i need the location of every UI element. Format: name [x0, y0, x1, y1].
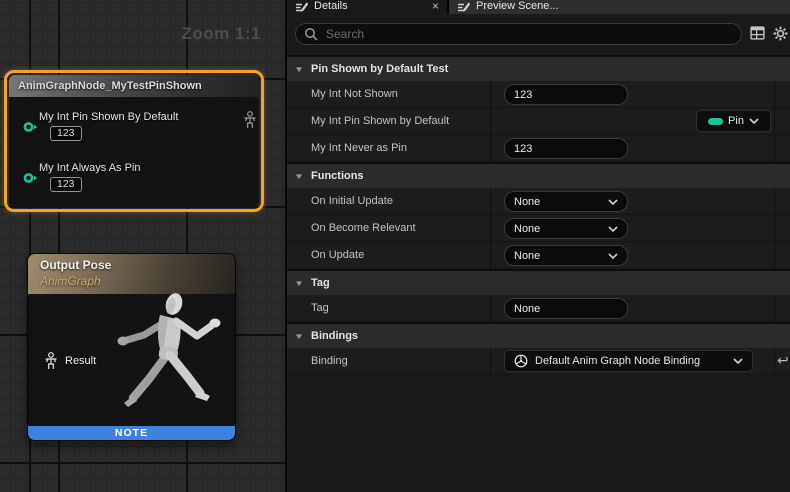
collapse-arrow-icon: ▼ — [283, 332, 314, 341]
property-label: On Update — [311, 242, 364, 268]
tab-preview-scene[interactable]: Preview Scene... — [449, 0, 790, 14]
property-row-my-int-never-as-pin: My Int Never as Pin 123 — [287, 135, 790, 162]
selected-node-outline: AnimGraphNode_MyTestPinShown My Int Pin … — [4, 70, 264, 212]
property-row-my-int-pin-shown-by-default: My Int Pin Shown by Default Pin — [287, 108, 790, 135]
display-options-icon[interactable] — [750, 26, 765, 40]
chevron-down-icon — [608, 199, 618, 205]
tab-label: Preview Scene... — [476, 0, 559, 12]
pin-label: My Int Pin Shown By Default — [39, 111, 178, 123]
chevron-down-icon — [608, 253, 618, 259]
value-input-tag[interactable]: None — [504, 298, 628, 319]
binding-class-icon — [514, 354, 528, 368]
property-label: My Int Not Shown — [311, 81, 398, 107]
anim-graph-node[interactable]: AnimGraphNode_MyTestPinShown My Int Pin … — [9, 75, 259, 207]
tab-details[interactable]: Details × — [287, 0, 447, 14]
property-row-binding: Binding Default Anim Graph Node Binding ↩ — [287, 348, 790, 375]
tab-bar: Details × Preview Scene... — [287, 0, 790, 14]
pin-default-value[interactable]: 123 — [50, 177, 82, 192]
property-label: On Become Relevant — [311, 215, 416, 241]
section-header-bindings[interactable]: ▼Bindings — [287, 322, 790, 348]
property-label: Binding — [311, 348, 348, 374]
graph-zoom-level: Zoom 1:1 — [181, 24, 261, 44]
section-title: Functions — [311, 170, 364, 182]
section-header-pin-shown-by-default-test[interactable]: ▼Pin Shown by Default Test — [287, 55, 790, 81]
pin-type-pill-icon — [708, 118, 723, 125]
property-row-my-int-not-shown: My Int Not Shown 123 — [287, 81, 790, 108]
property-label: Tag — [311, 295, 329, 321]
node-note-bar[interactable]: NOTE — [28, 426, 235, 440]
collapse-arrow-icon: ▼ — [283, 279, 314, 288]
pin-mode-dropdown[interactable]: Pin — [696, 110, 771, 132]
chevron-down-icon — [733, 358, 743, 364]
property-label: My Int Pin Shown by Default — [311, 108, 449, 134]
node-subtitle: AnimGraph — [40, 274, 101, 288]
property-label: My Int Never as Pin — [311, 135, 407, 161]
property-row-on-initial-update: On Initial Update None — [287, 188, 790, 215]
property-label: On Initial Update — [311, 188, 393, 214]
section-title: Bindings — [311, 330, 358, 342]
property-row-tag: Tag None — [287, 295, 790, 322]
pin-label: My Int Always As Pin — [39, 162, 140, 174]
chevron-down-icon — [749, 118, 759, 124]
search-input[interactable] — [324, 26, 733, 42]
property-row-on-become-relevant: On Become Relevant None — [287, 215, 790, 242]
value-input-my-int-not-shown[interactable]: 123 — [504, 84, 628, 105]
node-title[interactable]: AnimGraphNode_MyTestPinShown — [9, 75, 259, 97]
output-pose-node[interactable]: Output Pose AnimGraph — [27, 253, 236, 441]
node-title: Output Pose — [40, 258, 111, 272]
reset-to-default-icon[interactable]: ↩ — [777, 352, 789, 369]
pin-default-value[interactable]: 123 — [50, 126, 82, 141]
pose-watch-icon[interactable] — [243, 111, 257, 129]
settings-gear-icon[interactable] — [773, 26, 788, 41]
search-row — [287, 14, 790, 55]
dropdown-on-initial-update[interactable]: None — [504, 191, 628, 212]
int-pin-icon[interactable] — [23, 172, 39, 184]
result-pin-label: Result — [65, 355, 96, 367]
search-box[interactable] — [295, 23, 742, 45]
result-pose-icon[interactable] — [44, 352, 58, 370]
section-header-functions[interactable]: ▼Functions — [287, 162, 790, 188]
int-pin-icon[interactable] — [23, 121, 39, 133]
details-sections: ▼Pin Shown by Default TestMy Int Not Sho… — [287, 55, 790, 375]
section-header-tag[interactable]: ▼Tag — [287, 269, 790, 295]
collapse-arrow-icon: ▼ — [283, 172, 314, 181]
chevron-down-icon — [608, 226, 618, 232]
anim-graph-canvas[interactable]: Zoom 1:1 AnimGraphNode_MyTestPinShown My… — [0, 0, 285, 492]
tab-label: Details — [314, 0, 348, 12]
value-input-my-int-never-as-pin[interactable]: 123 — [504, 138, 628, 159]
collapse-arrow-icon: ▼ — [283, 65, 314, 74]
close-tab-icon[interactable]: × — [432, 1, 439, 11]
dropdown-on-become-relevant[interactable]: None — [504, 218, 628, 239]
details-tab-icon — [295, 2, 308, 13]
property-row-on-update: On Update None — [287, 242, 790, 269]
mannequin-figure — [108, 292, 233, 427]
details-tab-icon — [457, 2, 470, 13]
search-icon — [304, 27, 318, 41]
section-title: Pin Shown by Default Test — [311, 63, 448, 75]
details-panel: Details × Preview Scene... — [285, 0, 790, 492]
unreal-editor-window: Zoom 1:1 AnimGraphNode_MyTestPinShown My… — [0, 0, 790, 492]
binding-dropdown[interactable]: Default Anim Graph Node Binding — [504, 350, 753, 372]
dropdown-on-update[interactable]: None — [504, 245, 628, 266]
